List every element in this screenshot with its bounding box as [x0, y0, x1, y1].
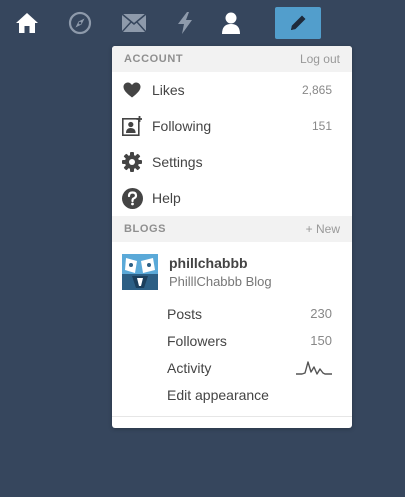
following-count: 151	[311, 119, 332, 133]
explore-icon[interactable]	[65, 8, 95, 38]
account-dropdown-menu: ACCOUNT Log out Likes 2,865 Following 15…	[112, 46, 352, 428]
blogs-section-header: BLOGS + New	[112, 216, 352, 242]
blog-title: PhilllChabbb Blog	[169, 274, 272, 289]
edit-appearance-label: Edit appearance	[167, 386, 269, 403]
menu-item-settings[interactable]: Settings	[112, 144, 352, 180]
account-header-title: ACCOUNT	[124, 53, 184, 65]
help-label: Help	[152, 190, 181, 206]
logout-link[interactable]: Log out	[300, 52, 340, 66]
following-icon	[121, 115, 143, 137]
blog-name: phillchabbb	[169, 255, 248, 271]
heart-icon	[121, 79, 143, 101]
blogs-header-title: BLOGS	[124, 223, 167, 235]
blog-item-posts[interactable]: Posts 230	[112, 300, 352, 327]
menu-item-following[interactable]: Following 151	[112, 108, 352, 144]
followers-count: 150	[310, 333, 332, 348]
following-label: Following	[152, 118, 212, 134]
help-icon	[121, 187, 143, 209]
blog-item-edit-appearance[interactable]: Edit appearance	[112, 381, 352, 408]
top-navigation	[0, 0, 405, 46]
blog-item-followers[interactable]: Followers 150	[112, 327, 352, 354]
likes-label: Likes	[152, 82, 185, 98]
compose-button[interactable]	[275, 7, 321, 39]
blog-header[interactable]: phillchabbb PhilllChabbb Blog	[112, 242, 352, 300]
menu-divider	[112, 416, 352, 417]
gear-icon	[121, 151, 143, 173]
activity-label: Activity	[167, 359, 212, 376]
settings-label: Settings	[152, 154, 203, 170]
account-section-header: ACCOUNT Log out	[112, 46, 352, 72]
avatar	[122, 254, 158, 290]
pencil-icon	[291, 15, 306, 30]
followers-label: Followers	[167, 332, 227, 349]
posts-count: 230	[310, 306, 332, 321]
posts-label: Posts	[167, 305, 203, 322]
account-icon[interactable]	[216, 8, 246, 38]
mail-icon[interactable]	[119, 8, 149, 38]
blog-item-activity[interactable]: Activity	[112, 354, 352, 381]
likes-count: 2,865	[301, 83, 332, 97]
activity-sparkline-icon	[296, 360, 332, 375]
home-icon[interactable]	[12, 8, 42, 38]
activity-icon[interactable]	[170, 8, 200, 38]
new-blog-link[interactable]: + New	[306, 222, 340, 236]
menu-item-likes[interactable]: Likes 2,865	[112, 72, 352, 108]
menu-item-help[interactable]: Help	[112, 180, 352, 216]
